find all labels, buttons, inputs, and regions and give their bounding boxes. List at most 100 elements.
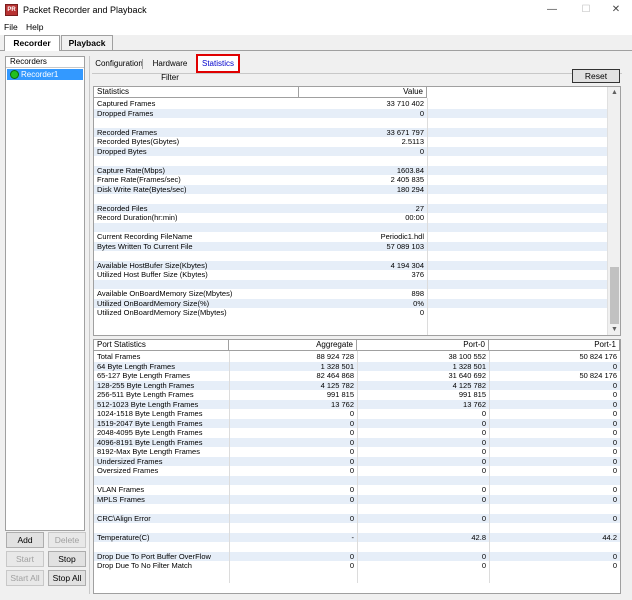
menu-bar: File Help [0,21,632,35]
stats-row[interactable]: Dropped Frames 0 [94,108,607,118]
port-cell-p1: 0 [612,551,617,561]
stats-row[interactable] [94,279,607,289]
stats-row[interactable]: Utilized Host Buffer Size (Kbytes) 376 [94,270,607,280]
tab-divider [0,50,632,51]
stats-row[interactable]: Recorded Bytes(Gbytes) 2.5113 [94,137,607,147]
recorders-list[interactable]: Recorders Recorder1 [5,56,85,531]
subtab-divider [92,73,622,74]
port-cell-name: Undersized Frames [97,456,163,466]
scroll-up-icon[interactable]: ▲ [608,87,620,98]
port-cell-name: 1024-1518 Byte Length Frames [97,409,203,418]
port-cell-agg [229,523,354,533]
stats-row[interactable]: Available OnBoardMemory Size(Mbytes) 898 [94,289,607,299]
col-header-value[interactable]: Value [299,87,427,98]
col-header-port-0[interactable]: Port-0 [357,340,489,351]
add-button[interactable]: Add [6,532,44,548]
recorders-header: Recorders [6,57,84,68]
stats-row[interactable]: Frame Rate(Frames/sec) 2 405 835 [94,175,607,185]
port-cell-p1 [489,523,617,533]
pane-splitter[interactable] [89,56,90,594]
stop-button[interactable]: Stop [48,551,86,567]
stats-row[interactable]: Bytes Written To Current File 57 089 103 [94,241,607,251]
stat-value: 00:00 [405,213,424,222]
stat-value [299,156,424,166]
col-header-port-1[interactable]: Port-1 [489,340,620,351]
stats-row[interactable]: Record Duration(hr:min) 00:00 [94,213,607,223]
stat-value: 4 194 304 [390,260,424,270]
col-separator [229,351,230,583]
tab-playback[interactable]: Playback [61,35,113,50]
stop-all-button[interactable]: Stop All [48,570,86,586]
stats-row[interactable]: Captured Frames 33 710 402 [94,99,607,109]
stats-row[interactable]: Available HostBufer Size(Kbytes) 4 194 30… [94,260,607,270]
stat-name [97,156,297,166]
port-cell-agg: 0 [349,456,354,466]
port-cell-p0: 38 100 552 [448,352,486,361]
port-cell-p0: 0 [481,551,486,561]
col-separator [427,98,428,335]
port-cell-p0 [357,523,486,533]
port-cell-agg: 0 [349,494,354,504]
stats-row[interactable]: Recorded Files 27 [94,203,607,213]
tab-statistics[interactable]: Statistics [196,54,240,73]
menu-file[interactable]: File [4,22,18,33]
stat-value: 1603.84 [396,165,424,175]
stat-value: 57 089 103 [386,241,424,251]
port-cell-p0: 0 [481,409,486,418]
stat-value: 0 [419,108,424,118]
col-header-statistics[interactable]: Statistics [94,87,299,98]
port-cell-p1: 50 824 176 [579,371,617,380]
start-button[interactable]: Start [6,551,44,567]
tab-recorder[interactable]: Recorder [4,35,60,51]
stats-row[interactable]: Capture Rate(Mbps) 1603.84 [94,165,607,175]
col-header-aggregate[interactable]: Aggregate [229,340,357,351]
maximize-button[interactable]: ☐ [570,0,602,20]
reset-button[interactable]: Reset [572,69,620,83]
stats-scrollbar[interactable]: ▲ ▼ [607,87,620,335]
stats-row[interactable] [94,222,607,233]
port-cell-p0: 4 125 782 [452,380,486,390]
scroll-down-icon[interactable]: ▼ [608,324,620,335]
port-statistics-grid[interactable]: Port Statistics Aggregate Port-0 Port-1 … [93,339,621,594]
col-header-port-statistics[interactable]: Port Statistics [94,340,229,351]
stats-row[interactable]: Disk Write Rate(Bytes/sec) 180 294 [94,184,607,194]
stats-row[interactable]: Utilized OnBoardMemory Size(Mbytes) 0 [94,308,607,318]
tab-hardware-filter[interactable]: Hardware Filter [144,57,196,82]
stats-row[interactable]: Current Recording FileName Periodic1.hdl [94,232,607,242]
stats-row[interactable] [94,251,607,261]
scroll-thumb[interactable] [610,267,619,324]
stats-row[interactable]: Recorded Frames 33 671 797 [94,127,607,137]
port-cell-name: 8192-Max Byte Length Frames [97,447,200,456]
stat-name [97,223,297,233]
stats-row[interactable]: Dropped Bytes 0 [94,146,607,156]
port-cell-name: MPLS Frames [97,494,145,504]
port-cell-agg [229,504,354,514]
stats-row[interactable] [94,194,607,204]
port-cell-agg: 82 464 868 [316,371,354,380]
delete-button[interactable]: Delete [48,532,86,548]
statistics-grid[interactable]: Statistics Value Captured Frames 33 710 4… [93,86,621,336]
tab-configuration[interactable]: Configuration [95,57,143,71]
port-cell-p1 [489,476,617,486]
stats-row[interactable] [94,118,607,128]
start-all-button[interactable]: Start All [6,570,44,586]
stat-value: 2 405 835 [390,175,424,184]
port-cell-name [97,523,227,533]
close-button[interactable]: ✕ [600,0,632,20]
minimize-button[interactable]: — [536,0,568,20]
list-item-recorder1[interactable]: Recorder1 [7,69,83,80]
stat-name: Current Recording FileName [97,232,193,241]
port-cell-p1: 0 [612,494,617,504]
stat-value [299,223,424,233]
stat-name: Utilized OnBoardMemory Size(Mbytes) [97,308,227,317]
port-cell-name: 128-255 Byte Length Frames [97,380,195,390]
port-cell-p1: 0 [612,399,617,409]
stat-value [299,118,424,128]
stats-row[interactable]: Utilized OnBoardMemory Size(%) 0% [94,298,607,308]
stats-row[interactable] [94,156,607,166]
menu-help[interactable]: Help [26,22,43,33]
window-title: Packet Recorder and Playback [23,5,147,15]
port-cell-p0: 0 [481,428,486,437]
stat-name [97,118,297,128]
port-cell-name: 512-1023 Byte Length Frames [97,399,199,409]
